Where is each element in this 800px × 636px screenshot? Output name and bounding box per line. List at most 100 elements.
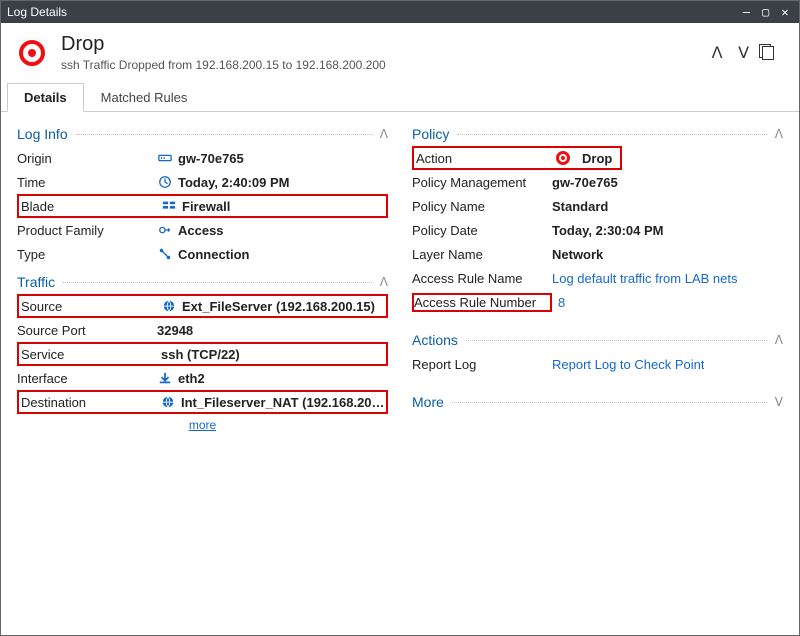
drop-action-icon — [19, 40, 45, 66]
interface-in-icon — [157, 371, 172, 386]
header-main: Drop ssh Traffic Dropped from 192.168.20… — [61, 33, 706, 72]
value-policy-management: gw-70e765 — [552, 175, 783, 190]
section-label: Traffic — [17, 274, 55, 290]
row-time: Time Today, 2:40:09 PM — [17, 170, 388, 194]
section-label: Log Info — [17, 126, 68, 142]
label-source-port: Source Port — [17, 323, 157, 338]
label-policy-management: Policy Management — [412, 175, 552, 190]
row-origin: Origin gw-70e765 — [17, 146, 388, 170]
label-destination: Destination — [19, 395, 159, 410]
row-policy-date: Policy Date Today, 2:30:04 PM — [412, 218, 783, 242]
chevron-up-icon: ᐱ — [775, 127, 783, 141]
row-access-rule-number: Access Rule Number 8 — [412, 290, 783, 314]
value-access-rule-number[interactable]: 8 — [558, 295, 783, 310]
tab-details[interactable]: Details — [7, 83, 84, 112]
row-source: Source Ext_FileServer (192.168.200.15) — [17, 294, 388, 318]
close-icon[interactable]: ✕ — [777, 1, 793, 23]
label-source: Source — [19, 299, 159, 314]
value-product-family: Access — [157, 223, 388, 238]
section-traffic[interactable]: Traffic ᐱ — [17, 274, 388, 290]
tab-matched-rules[interactable]: Matched Rules — [84, 83, 205, 112]
section-label: Actions — [412, 332, 458, 348]
value-service: ssh (TCP/22) — [159, 347, 386, 362]
chevron-up-icon: ᐱ — [380, 275, 388, 289]
row-source-port: Source Port 32948 — [17, 318, 388, 342]
header-actions: ᐱ ᐯ — [706, 43, 781, 63]
value-access-rule-name[interactable]: Log default traffic from LAB nets — [552, 271, 783, 286]
next-log-icon[interactable]: ᐯ — [733, 43, 755, 63]
value-destination: Int_Fileserver_NAT (192.168.200.20… — [159, 395, 386, 410]
row-report-log: Report Log Report Log to Check Point — [412, 352, 783, 376]
row-policy-management: Policy Management gw-70e765 — [412, 170, 783, 194]
row-blade: Blade Firewall — [17, 194, 388, 218]
minimize-icon[interactable]: — — [738, 1, 754, 23]
row-destination: Destination Int_Fileserver_NAT (192.168.… — [17, 390, 388, 414]
tabs: Details Matched Rules — [1, 82, 799, 112]
drop-icon — [556, 151, 570, 165]
section-policy[interactable]: Policy ᐱ — [412, 126, 783, 142]
row-access-rule-name: Access Rule Name Log default traffic fro… — [412, 266, 783, 290]
label-action: Action — [414, 151, 554, 166]
value-policy-date: Today, 2:30:04 PM — [552, 223, 783, 238]
more-link[interactable]: more — [17, 418, 388, 432]
value-origin: gw-70e765 — [157, 151, 388, 166]
label-policy-name: Policy Name — [412, 199, 552, 214]
value-source: Ext_FileServer (192.168.200.15) — [159, 299, 386, 314]
maximize-icon[interactable]: ▢ — [758, 1, 774, 23]
host-icon — [161, 299, 176, 314]
header-title: Drop — [61, 33, 706, 56]
label-access-rule-number: Access Rule Number — [412, 293, 552, 312]
value-blade: Firewall — [159, 199, 386, 214]
row-interface: Interface eth2 — [17, 366, 388, 390]
section-label: Policy — [412, 126, 449, 142]
row-type: Type Connection — [17, 242, 388, 266]
value-policy-name: Standard — [552, 199, 783, 214]
label-type: Type — [17, 247, 157, 262]
titlebar: Log Details — ▢ ✕ — [1, 1, 799, 23]
details-body: Log Info ᐱ Origin gw-70e765 Time Today, … — [1, 112, 799, 626]
host-icon — [161, 395, 175, 410]
row-product-family: Product Family Access — [17, 218, 388, 242]
section-label: More — [412, 394, 444, 410]
label-policy-date: Policy Date — [412, 223, 552, 238]
label-report-log: Report Log — [412, 357, 552, 372]
clock-icon — [157, 175, 172, 190]
chevron-down-icon: ᐯ — [775, 395, 783, 409]
value-source-port: 32948 — [157, 323, 388, 338]
row-action: Action Drop — [412, 146, 622, 170]
window-controls: — ▢ ✕ — [738, 1, 793, 23]
window-title: Log Details — [7, 1, 67, 23]
value-report-log[interactable]: Report Log to Check Point — [552, 357, 783, 372]
section-log-info[interactable]: Log Info ᐱ — [17, 126, 388, 142]
section-rule — [76, 134, 372, 135]
label-interface: Interface — [17, 371, 157, 386]
firewall-icon — [161, 199, 176, 214]
label-time: Time — [17, 175, 157, 190]
prev-log-icon[interactable]: ᐱ — [706, 43, 728, 63]
value-layer-name: Network — [552, 247, 783, 262]
label-product-family: Product Family — [17, 223, 157, 238]
label-layer-name: Layer Name — [412, 247, 552, 262]
label-origin: Origin — [17, 151, 157, 166]
copy-icon[interactable] — [759, 44, 781, 63]
section-more[interactable]: More ᐯ — [412, 394, 783, 410]
label-blade: Blade — [19, 199, 159, 214]
log-header: Drop ssh Traffic Dropped from 192.168.20… — [1, 23, 799, 76]
section-actions[interactable]: Actions ᐱ — [412, 332, 783, 348]
chevron-up-icon: ᐱ — [380, 127, 388, 141]
row-service: Service ssh (TCP/22) — [17, 342, 388, 366]
row-policy-name: Policy Name Standard — [412, 194, 783, 218]
value-action: Drop — [554, 151, 620, 166]
access-icon — [157, 223, 172, 238]
section-rule — [457, 134, 766, 135]
connection-icon — [157, 247, 172, 262]
left-column: Log Info ᐱ Origin gw-70e765 Time Today, … — [17, 118, 388, 610]
row-layer-name: Layer Name Network — [412, 242, 783, 266]
label-access-rule-name: Access Rule Name — [412, 271, 552, 286]
label-service: Service — [19, 347, 159, 362]
section-rule — [466, 340, 767, 341]
value-time: Today, 2:40:09 PM — [157, 175, 388, 190]
value-interface: eth2 — [157, 371, 388, 386]
gateway-icon — [157, 151, 172, 166]
section-rule — [452, 402, 767, 403]
